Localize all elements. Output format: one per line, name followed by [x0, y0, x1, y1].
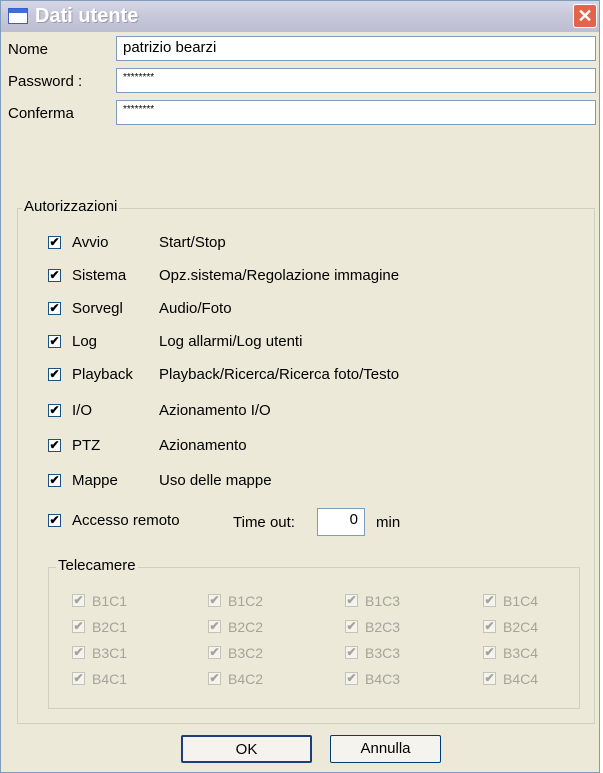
camera-label: B1C4	[503, 593, 539, 609]
title-bar[interactable]: Dati utente ✕	[1, 1, 599, 32]
camera-checkbox[interactable]: ✔	[483, 646, 496, 659]
camera-label: B1C3	[365, 593, 401, 609]
camera-checkbox[interactable]: ✔	[208, 594, 221, 607]
permission-description: Audio/Foto	[159, 300, 232, 317]
camera-label: B2C2	[228, 619, 264, 635]
annulla-button[interactable]: Annulla	[330, 735, 441, 763]
camera-checkbox[interactable]: ✔	[345, 594, 358, 607]
password-label: Password :	[8, 73, 83, 90]
camera-checkbox[interactable]: ✔	[72, 620, 85, 633]
camera-checkbox[interactable]: ✔	[483, 594, 496, 607]
nome-label: Nome	[8, 41, 49, 58]
permission-name: Playback	[72, 366, 133, 383]
camera-label: B2C4	[503, 619, 539, 635]
camera-checkbox[interactable]: ✔	[72, 646, 85, 659]
permission-checkbox[interactable]: ✔	[48, 302, 61, 315]
window-icon	[8, 8, 28, 24]
camera-label: B3C2	[228, 645, 264, 661]
camera-checkbox[interactable]: ✔	[345, 646, 358, 659]
camera-label: B4C1	[92, 671, 128, 687]
permission-name: Sorvegl	[72, 300, 123, 317]
permission-name: I/O	[72, 402, 93, 419]
camera-checkbox[interactable]: ✔	[208, 620, 221, 633]
permission-name: PTZ	[72, 437, 101, 454]
permission-checkbox[interactable]: ✔	[48, 439, 61, 452]
permission-checkbox[interactable]: ✔	[48, 474, 61, 487]
permission-description: Start/Stop	[159, 234, 226, 251]
permission-description: Playback/Ricerca/Ricerca foto/Testo	[159, 366, 400, 383]
permission-description: Azionamento	[159, 437, 247, 454]
autorizzazioni-legend: Autorizzazioni	[22, 198, 120, 215]
timeout-unit: min	[376, 514, 401, 531]
permission-checkbox[interactable]: ✔	[48, 236, 61, 249]
camera-checkbox[interactable]: ✔	[483, 620, 496, 633]
permission-name: Mappe	[72, 472, 118, 489]
ok-button[interactable]: OK	[181, 735, 312, 763]
permission-checkbox[interactable]: ✔	[48, 368, 61, 381]
nome-field[interactable]: patrizio bearzi	[116, 36, 596, 61]
permission-name: Log	[72, 333, 98, 350]
remote-access-label: Accesso remoto	[72, 512, 180, 529]
camera-checkbox[interactable]: ✔	[72, 594, 85, 607]
telecamere-legend: Telecamere	[56, 557, 138, 574]
camera-checkbox[interactable]: ✔	[72, 672, 85, 685]
timeout-input[interactable]: 0	[317, 508, 365, 536]
camera-checkbox[interactable]: ✔	[483, 672, 496, 685]
conferma-field[interactable]: ********	[116, 100, 596, 125]
remote-access-checkbox[interactable]: ✔	[48, 514, 61, 527]
camera-label: B1C1	[92, 593, 128, 609]
permission-checkbox[interactable]: ✔	[48, 404, 61, 417]
camera-checkbox[interactable]: ✔	[345, 620, 358, 633]
permission-checkbox[interactable]: ✔	[48, 269, 61, 282]
camera-label: B1C2	[228, 593, 264, 609]
camera-checkbox[interactable]: ✔	[208, 646, 221, 659]
camera-label: B4C2	[228, 671, 264, 687]
camera-checkbox[interactable]: ✔	[208, 672, 221, 685]
permission-description: Opz.sistema/Regolazione immagine	[159, 267, 400, 284]
conferma-label: Conferma	[8, 105, 74, 122]
permission-description: Azionamento I/O	[159, 402, 271, 419]
camera-label: B4C4	[503, 671, 539, 687]
permission-name: Sistema	[72, 267, 127, 284]
permission-description: Uso delle mappe	[159, 472, 272, 489]
timeout-label: Time out:	[233, 514, 295, 531]
password-field[interactable]: ********	[116, 68, 596, 93]
permission-name: Avvio	[72, 234, 109, 251]
camera-label: B4C3	[365, 671, 401, 687]
camera-checkbox[interactable]: ✔	[345, 672, 358, 685]
camera-label: B3C4	[503, 645, 539, 661]
permission-checkbox[interactable]: ✔	[48, 335, 61, 348]
camera-label: B2C1	[92, 619, 128, 635]
camera-label: B3C1	[92, 645, 128, 661]
telecamere-group	[48, 567, 580, 709]
camera-label: B2C3	[365, 619, 401, 635]
user-data-dialog: Dati utente ✕ Nome patrizio bearzi Passw…	[0, 0, 600, 773]
permission-description: Log allarmi/Log utenti	[159, 333, 303, 350]
close-button[interactable]: ✕	[573, 4, 597, 28]
window-title: Dati utente	[35, 5, 139, 27]
camera-label: B3C3	[365, 645, 401, 661]
